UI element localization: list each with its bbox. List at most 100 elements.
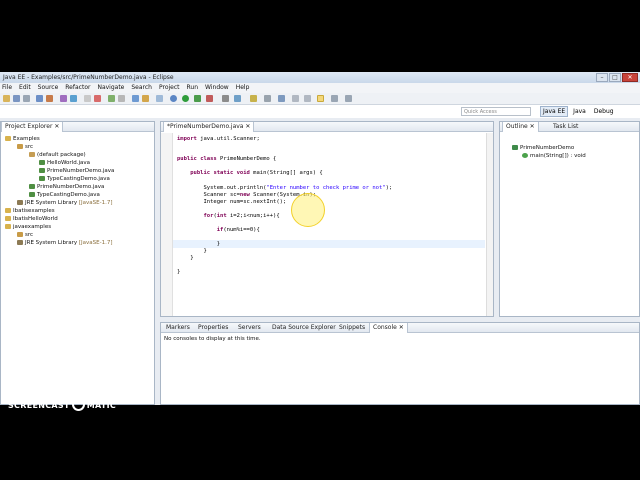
- tab-outline[interactable]: Outline ✕: [502, 122, 539, 132]
- tab-console[interactable]: Console ✕: [369, 323, 408, 333]
- minimize-button[interactable]: –: [596, 73, 608, 82]
- tab-snippets[interactable]: Snippets: [336, 323, 368, 333]
- tree-item[interactable]: HelloWorld.java: [39, 159, 90, 167]
- console-panel: Markers Properties Servers Data Source E…: [160, 322, 640, 405]
- library-icon: [17, 240, 23, 245]
- workbench-area: Project Explorer ✕ Examples src (default…: [0, 118, 640, 405]
- tree-item[interactable]: src: [17, 231, 33, 239]
- code-line: if(num%i==0){: [216, 227, 260, 233]
- tree-item[interactable]: JRE System Library [JavaSE-1.7]: [17, 239, 113, 247]
- outline-tabbar: Outline ✕ Task List: [500, 122, 639, 132]
- new-icon[interactable]: [3, 95, 10, 102]
- editor-scrollbar[interactable]: [486, 133, 493, 316]
- highlight-icon[interactable]: [317, 95, 324, 102]
- menu-navigate[interactable]: Navigate: [97, 83, 124, 93]
- perspective-switcher: Java EE Java Debug: [540, 106, 617, 117]
- tree-item[interactable]: TypeCastingDemo.java: [29, 191, 100, 199]
- quick-access-input[interactable]: Quick Access: [461, 107, 531, 116]
- java-file-icon: [39, 160, 45, 165]
- terminal-icon[interactable]: [142, 95, 149, 102]
- tree-item[interactable]: IbatisHelloWorld: [5, 215, 58, 223]
- code-text[interactable]: import java.util.Scanner; public class P…: [177, 133, 485, 316]
- back-icon[interactable]: [292, 95, 299, 102]
- tab-servers[interactable]: Servers: [235, 323, 264, 333]
- menu-project[interactable]: Project: [159, 83, 180, 93]
- forward-icon[interactable]: [304, 95, 311, 102]
- menu-file[interactable]: File: [2, 83, 12, 93]
- menu-refactor[interactable]: Refactor: [65, 83, 90, 93]
- run-icon[interactable]: [182, 95, 189, 102]
- tree-item[interactable]: PrimeNumberDemo.java: [39, 167, 114, 175]
- tool-icon[interactable]: [84, 95, 91, 102]
- source-folder-icon: [17, 144, 23, 149]
- tab-task-list[interactable]: Task List: [550, 122, 581, 132]
- refresh-icon[interactable]: [132, 95, 139, 102]
- cursor-highlight-circle: [291, 193, 325, 227]
- perspective-debug[interactable]: Debug: [591, 106, 617, 117]
- editor-panel: *PrimeNumberDemo.java ✕ import java.util…: [160, 121, 494, 317]
- close-button[interactable]: ✕: [622, 73, 638, 82]
- menu-source[interactable]: Source: [38, 83, 59, 93]
- annotation-icon[interactable]: [264, 95, 271, 102]
- tab-data-source-explorer[interactable]: Data Source Explorer: [269, 323, 339, 333]
- editor-tabbar: *PrimeNumberDemo.java ✕: [161, 122, 493, 132]
- method-icon: [522, 153, 528, 158]
- outline-item[interactable]: PrimeNumberDemo: [512, 144, 574, 152]
- wizard-icon[interactable]: [94, 95, 101, 102]
- perspective-java-ee[interactable]: Java EE: [540, 106, 569, 117]
- menu-edit[interactable]: Edit: [19, 83, 31, 93]
- toggle-icon[interactable]: [278, 95, 285, 102]
- tree-item[interactable]: JRE System Library [JavaSE-1.7]: [17, 199, 113, 207]
- code-editor[interactable]: import java.util.Scanner; public class P…: [161, 133, 493, 316]
- tree-item[interactable]: TypeCastingDemo.java: [39, 175, 110, 183]
- project-explorer-tabbar: Project Explorer ✕: [1, 122, 154, 132]
- package-icon[interactable]: [46, 95, 53, 102]
- class-icon: [512, 145, 518, 150]
- tab-prime-number-demo[interactable]: *PrimeNumberDemo.java ✕: [163, 122, 255, 132]
- server-icon[interactable]: [36, 95, 43, 102]
- maximize-button[interactable]: □: [609, 73, 621, 82]
- search-icon[interactable]: [108, 95, 115, 102]
- tree-item[interactable]: Ibatisexamples: [5, 207, 55, 215]
- web-icon[interactable]: [60, 95, 67, 102]
- java-file-icon: [39, 176, 45, 181]
- browser-icon[interactable]: [156, 95, 163, 102]
- new-class-icon[interactable]: [222, 95, 229, 102]
- outline-item[interactable]: main(String[]) : void: [522, 152, 586, 160]
- screencast-logo-icon: [71, 398, 85, 411]
- tree-item[interactable]: PrimeNumberDemo.java: [29, 183, 104, 191]
- code-line: public class PrimeNumberDemo {: [177, 156, 277, 162]
- project-icon: [5, 208, 11, 213]
- external-tools-icon[interactable]: [194, 95, 201, 102]
- open-type-icon[interactable]: [118, 95, 125, 102]
- tab-properties[interactable]: Properties: [195, 323, 231, 333]
- print-icon[interactable]: [23, 95, 30, 102]
- open-task-icon[interactable]: [250, 95, 257, 102]
- tree-item[interactable]: Examples: [5, 135, 40, 143]
- tree-item[interactable]: (default package): [29, 151, 86, 159]
- history-icon[interactable]: [331, 95, 338, 102]
- save-icon[interactable]: [13, 95, 20, 102]
- code-line: for(int i=2;i<num;i++){: [203, 213, 280, 219]
- globe-icon[interactable]: [70, 95, 77, 102]
- java-file-icon: [29, 184, 35, 189]
- tab-project-explorer[interactable]: Project Explorer ✕: [1, 122, 64, 132]
- perspective-java[interactable]: Java: [570, 106, 589, 117]
- menu-bar: File Edit Source Refactor Navigate Searc…: [0, 83, 640, 93]
- menu-run[interactable]: Run: [187, 83, 199, 93]
- debug-icon[interactable]: [170, 95, 177, 102]
- menu-search[interactable]: Search: [131, 83, 152, 93]
- project-icon: [5, 216, 11, 221]
- tab-markers[interactable]: Markers: [163, 323, 193, 333]
- console-message: No consoles to display at this time.: [164, 336, 261, 342]
- menu-help[interactable]: Help: [236, 83, 250, 93]
- tree-item[interactable]: javaexamples: [5, 223, 51, 231]
- screen: Java EE - Examples/src/PrimeNumberDemo.j…: [0, 0, 640, 480]
- new-package-icon[interactable]: [234, 95, 241, 102]
- menu-window[interactable]: Window: [205, 83, 229, 93]
- pin-icon[interactable]: [345, 95, 352, 102]
- main-toolbar: [0, 93, 640, 105]
- tree-item[interactable]: src: [17, 143, 33, 151]
- coverage-icon[interactable]: [206, 95, 213, 102]
- project-icon: [5, 136, 11, 141]
